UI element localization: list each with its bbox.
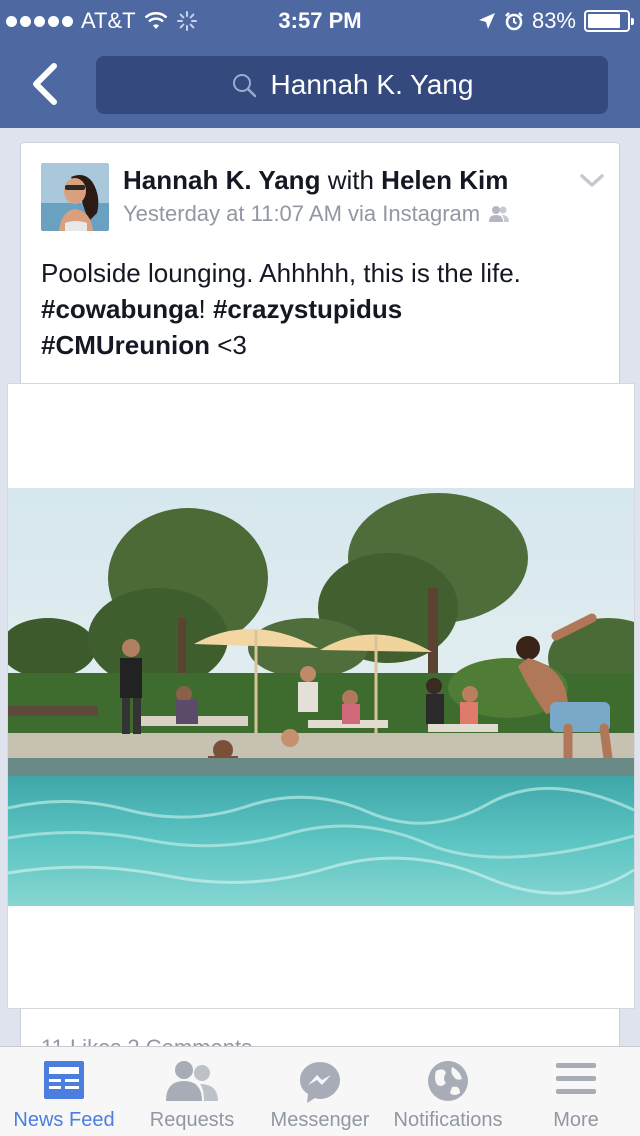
search-query: Hannah K. Yang <box>270 69 474 100</box>
messenger-icon <box>300 1062 340 1103</box>
globe-icon <box>428 1061 468 1101</box>
hashtag-link[interactable]: #CMUreunion <box>41 330 210 360</box>
tab-label: Messenger <box>270 1109 370 1131</box>
exclamation: ! <box>198 294 206 324</box>
friends-icon <box>489 206 510 222</box>
hashtag-link[interactable]: #cowabunga <box>41 294 198 324</box>
location-arrow-icon <box>478 13 495 29</box>
news-feed-icon <box>44 1061 84 1099</box>
tab-more[interactable]: More <box>512 1047 640 1136</box>
with-text: with <box>327 165 374 195</box>
pool-scene-image <box>8 488 634 906</box>
tab-requests[interactable]: Requests <box>128 1047 256 1136</box>
alarm-icon <box>505 12 523 31</box>
tab-notifications[interactable]: Notifications <box>384 1047 512 1136</box>
top-bar: AT&T 3:57 PM 83% Hannah K. Yang <box>0 0 640 128</box>
chevron-left-icon <box>33 63 57 105</box>
tab-label: Requests <box>149 1109 235 1131</box>
post-text-line: Poolside lounging. Ahhhhh, this is the l… <box>41 258 521 288</box>
post-meta: Yesterday at 11:07 AM via Instagram <box>123 201 510 227</box>
tab-bar: News Feed Requests Messenger Notificatio… <box>0 1046 640 1136</box>
post-timestamp[interactable]: Yesterday at 11:07 AM via Instagram <box>123 201 480 227</box>
navigation-bar: Hannah K. Yang <box>0 40 640 128</box>
avatar[interactable] <box>41 163 109 231</box>
hashtag-link[interactable]: #crazystupidus <box>213 294 402 324</box>
back-button[interactable] <box>24 58 68 110</box>
battery-icon <box>584 10 634 32</box>
menu-icon <box>556 1063 596 1094</box>
tab-news-feed[interactable]: News Feed <box>0 1047 128 1136</box>
status-bar: AT&T 3:57 PM 83% <box>0 0 640 40</box>
heart-emoticon: <3 <box>217 330 247 360</box>
post-message: Poolside lounging. Ahhhhh, this is the l… <box>41 255 601 363</box>
tab-label: News Feed <box>13 1109 115 1131</box>
chevron-down-icon <box>580 174 604 187</box>
search-input[interactable]: Hannah K. Yang <box>96 56 608 114</box>
post-options-button[interactable] <box>579 171 605 191</box>
tab-label: Notifications <box>393 1109 503 1131</box>
post-photo[interactable] <box>7 383 635 1009</box>
tab-messenger[interactable]: Messenger <box>256 1047 384 1136</box>
post-card: Hannah K. Yang with Helen Kim Yesterday … <box>7 142 635 1136</box>
tab-label: More <box>553 1109 599 1131</box>
author-name-link[interactable]: Hannah K. Yang <box>123 165 320 195</box>
post-author-line: Hannah K. Yang with Helen Kim <box>123 165 508 196</box>
pool-photo <box>8 488 634 906</box>
tagged-friend-link[interactable]: Helen Kim <box>381 165 508 195</box>
profile-photo <box>41 163 109 231</box>
requests-icon <box>166 1061 218 1101</box>
battery-percent: 83% <box>531 8 576 33</box>
status-right: 83% <box>478 8 634 34</box>
search-icon <box>232 74 256 98</box>
